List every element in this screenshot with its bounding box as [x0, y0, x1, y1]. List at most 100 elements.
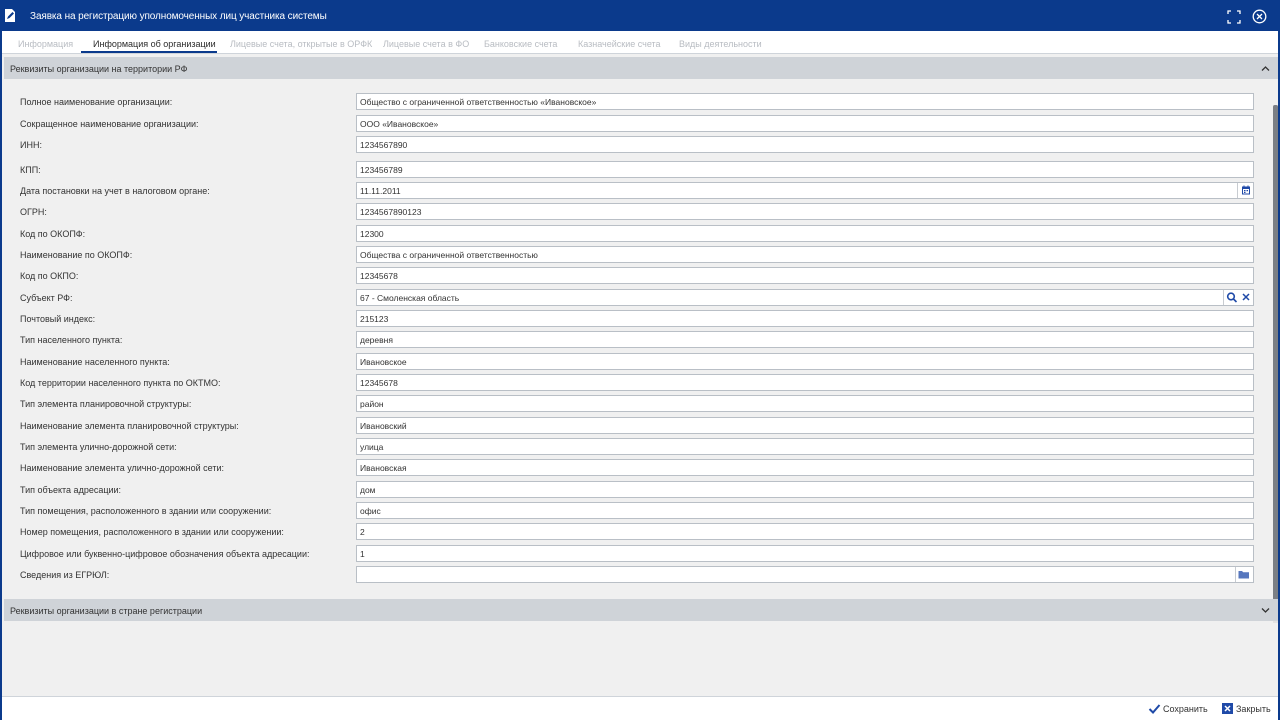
section-title: Реквизиты организации на территории РФ [10, 64, 188, 74]
premises-number-field[interactable]: 2 [356, 523, 1254, 540]
field-label: Наименование населенного пункта: [20, 357, 170, 367]
field-label: Цифровое или буквенно-цифровое обозначен… [20, 549, 310, 559]
address-object-type-field[interactable]: дом [356, 481, 1254, 498]
field-label: ОГРН: [20, 207, 47, 217]
field-label: Код по ОКОПФ: [20, 229, 86, 239]
field-value: Ивановская [360, 463, 407, 473]
short-name-field[interactable]: ООО «Ивановское» [356, 115, 1254, 132]
tab-organization-info[interactable]: Информация об организации [93, 39, 216, 49]
field-value: деревня [360, 335, 393, 345]
field-value: 2 [360, 527, 365, 537]
okpo-code-field[interactable]: 12345678 [356, 267, 1254, 284]
field-value: офис [360, 506, 381, 516]
egrul-file-field[interactable] [356, 566, 1254, 583]
tax-registration-date-field[interactable]: 11.11.2011 [356, 182, 1254, 199]
field-label: Номер помещения, расположенного в здании… [20, 527, 284, 537]
field-label: Полное наименование организации: [20, 97, 173, 107]
close-button-label: Закрыть [1236, 704, 1271, 714]
field-value: Общество с ограниченной ответственностью… [360, 97, 597, 107]
section-header-rf[interactable]: Реквизиты организации на территории РФ [4, 57, 1278, 79]
region-field[interactable]: 67 - Смоленская область [356, 289, 1254, 306]
kpp-field[interactable]: 123456789 [356, 161, 1254, 178]
dialog-window: Заявка на регистрацию уполномоченных лиц… [0, 0, 1280, 720]
okopf-name-field[interactable]: Общества с ограниченной ответственностью [356, 246, 1254, 263]
okopf-code-field[interactable]: 12300 [356, 225, 1254, 242]
field-label: КПП: [20, 165, 41, 175]
field-value: район [360, 399, 384, 409]
document-edit-icon [5, 9, 16, 22]
field-value: 11.11.2011 [360, 186, 401, 196]
dialog-footer: Сохранить Закрыть [2, 696, 1278, 720]
settlement-name-field[interactable]: Ивановское [356, 353, 1254, 370]
address-designation-field[interactable]: 1 [356, 545, 1254, 562]
field-label: Код территории населенного пункта по ОКТ… [20, 378, 221, 388]
oktmo-code-field[interactable]: 12345678 [356, 374, 1254, 391]
scrollbar[interactable] [1273, 105, 1278, 623]
field-value: 12345678 [360, 378, 398, 388]
premises-type-field[interactable]: офис [356, 502, 1254, 519]
field-value: Ивановское [360, 357, 407, 367]
street-element-type-field[interactable]: улица [356, 438, 1254, 455]
close-window-icon[interactable] [1252, 9, 1267, 24]
title-bar: Заявка на регистрацию уполномоченных лиц… [2, 2, 1278, 31]
section-header-foreign[interactable]: Реквизиты организации в стране регистрац… [4, 599, 1278, 621]
folder-icon[interactable] [1237, 568, 1251, 581]
tab-information[interactable]: Информация [18, 39, 73, 49]
maximize-icon[interactable] [1227, 10, 1241, 24]
content-area: Реквизиты организации на территории РФ П… [2, 54, 1278, 696]
field-label: Почтовый индекс: [20, 314, 96, 324]
chevron-down-icon[interactable] [1261, 606, 1270, 615]
field-value: улица [360, 442, 384, 452]
postal-code-field[interactable]: 215123 [356, 310, 1254, 327]
tab-accounts-orfk[interactable]: Лицевые счета, открытые в ОРФК [230, 39, 372, 49]
field-label: Тип населенного пункта: [20, 335, 123, 345]
field-value: 1234567890 [360, 140, 408, 150]
planning-element-type-field[interactable]: район [356, 395, 1254, 412]
section-title: Реквизиты организации в стране регистрац… [10, 606, 203, 616]
active-tab-indicator [81, 51, 217, 53]
field-label: Сведения из ЕГРЮЛ: [20, 570, 110, 580]
tab-bar: Информация Информация об организации Лиц… [2, 31, 1278, 54]
inn-field[interactable]: 1234567890 [356, 136, 1254, 153]
planning-element-name-field[interactable]: Ивановский [356, 417, 1254, 434]
field-value: 1 [360, 549, 365, 559]
field-label: ИНН: [20, 140, 42, 150]
ogrn-field[interactable]: 1234567890123 [356, 203, 1254, 220]
tab-activity-types[interactable]: Виды деятельности [679, 39, 762, 49]
field-value: 123456789 [360, 165, 403, 175]
field-label: Тип элемента улично-дорожной сети: [20, 442, 177, 452]
field-label: Тип помещения, расположенного в здании и… [20, 506, 272, 516]
calendar-icon[interactable] [1239, 184, 1253, 197]
field-label: Дата постановки на учет в налоговом орга… [20, 186, 210, 196]
save-button-label: Сохранить [1163, 704, 1208, 714]
tab-bank-accounts[interactable]: Банковские счета [484, 39, 557, 49]
field-value: 1234567890123 [360, 207, 422, 217]
field-value: 12300 [360, 229, 384, 239]
window-title: Заявка на регистрацию уполномоченных лиц… [30, 11, 327, 22]
field-label: Наименование по ОКОПФ: [20, 250, 133, 260]
field-value: 12345678 [360, 271, 398, 281]
field-label: Сокращенное наименование организации: [20, 119, 199, 129]
tab-accounts-fo[interactable]: Лицевые счета в ФО [383, 39, 469, 49]
field-label: Наименование элемента планировочной стру… [20, 421, 239, 431]
tab-treasury-accounts[interactable]: Казначейские счета [578, 39, 661, 49]
field-value: дом [360, 485, 376, 495]
close-box-icon [1222, 703, 1233, 714]
field-value: Общества с ограниченной ответственностью [360, 250, 538, 260]
field-value: 67 - Смоленская область [360, 293, 460, 303]
field-label: Наименование элемента улично-дорожной се… [20, 463, 225, 473]
street-element-name-field[interactable]: Ивановская [356, 459, 1254, 476]
scrollbar-thumb[interactable] [1273, 105, 1278, 609]
field-value: ООО «Ивановское» [360, 119, 439, 129]
field-label: Код по ОКПО: [20, 271, 79, 281]
clear-icon[interactable] [1239, 291, 1253, 304]
chevron-up-icon[interactable] [1261, 64, 1270, 73]
section-body-rf: Полное наименование организации: Обществ… [4, 79, 1278, 623]
search-icon[interactable] [1225, 291, 1239, 304]
field-label: Тип элемента планировочной структуры: [20, 399, 192, 409]
field-value: Ивановский [360, 421, 407, 431]
full-name-field[interactable]: Общество с ограниченной ответственностью… [356, 93, 1254, 110]
settlement-type-field[interactable]: деревня [356, 331, 1254, 348]
field-label: Субъект РФ: [20, 293, 73, 303]
field-label: Тип объекта адресации: [20, 485, 122, 495]
